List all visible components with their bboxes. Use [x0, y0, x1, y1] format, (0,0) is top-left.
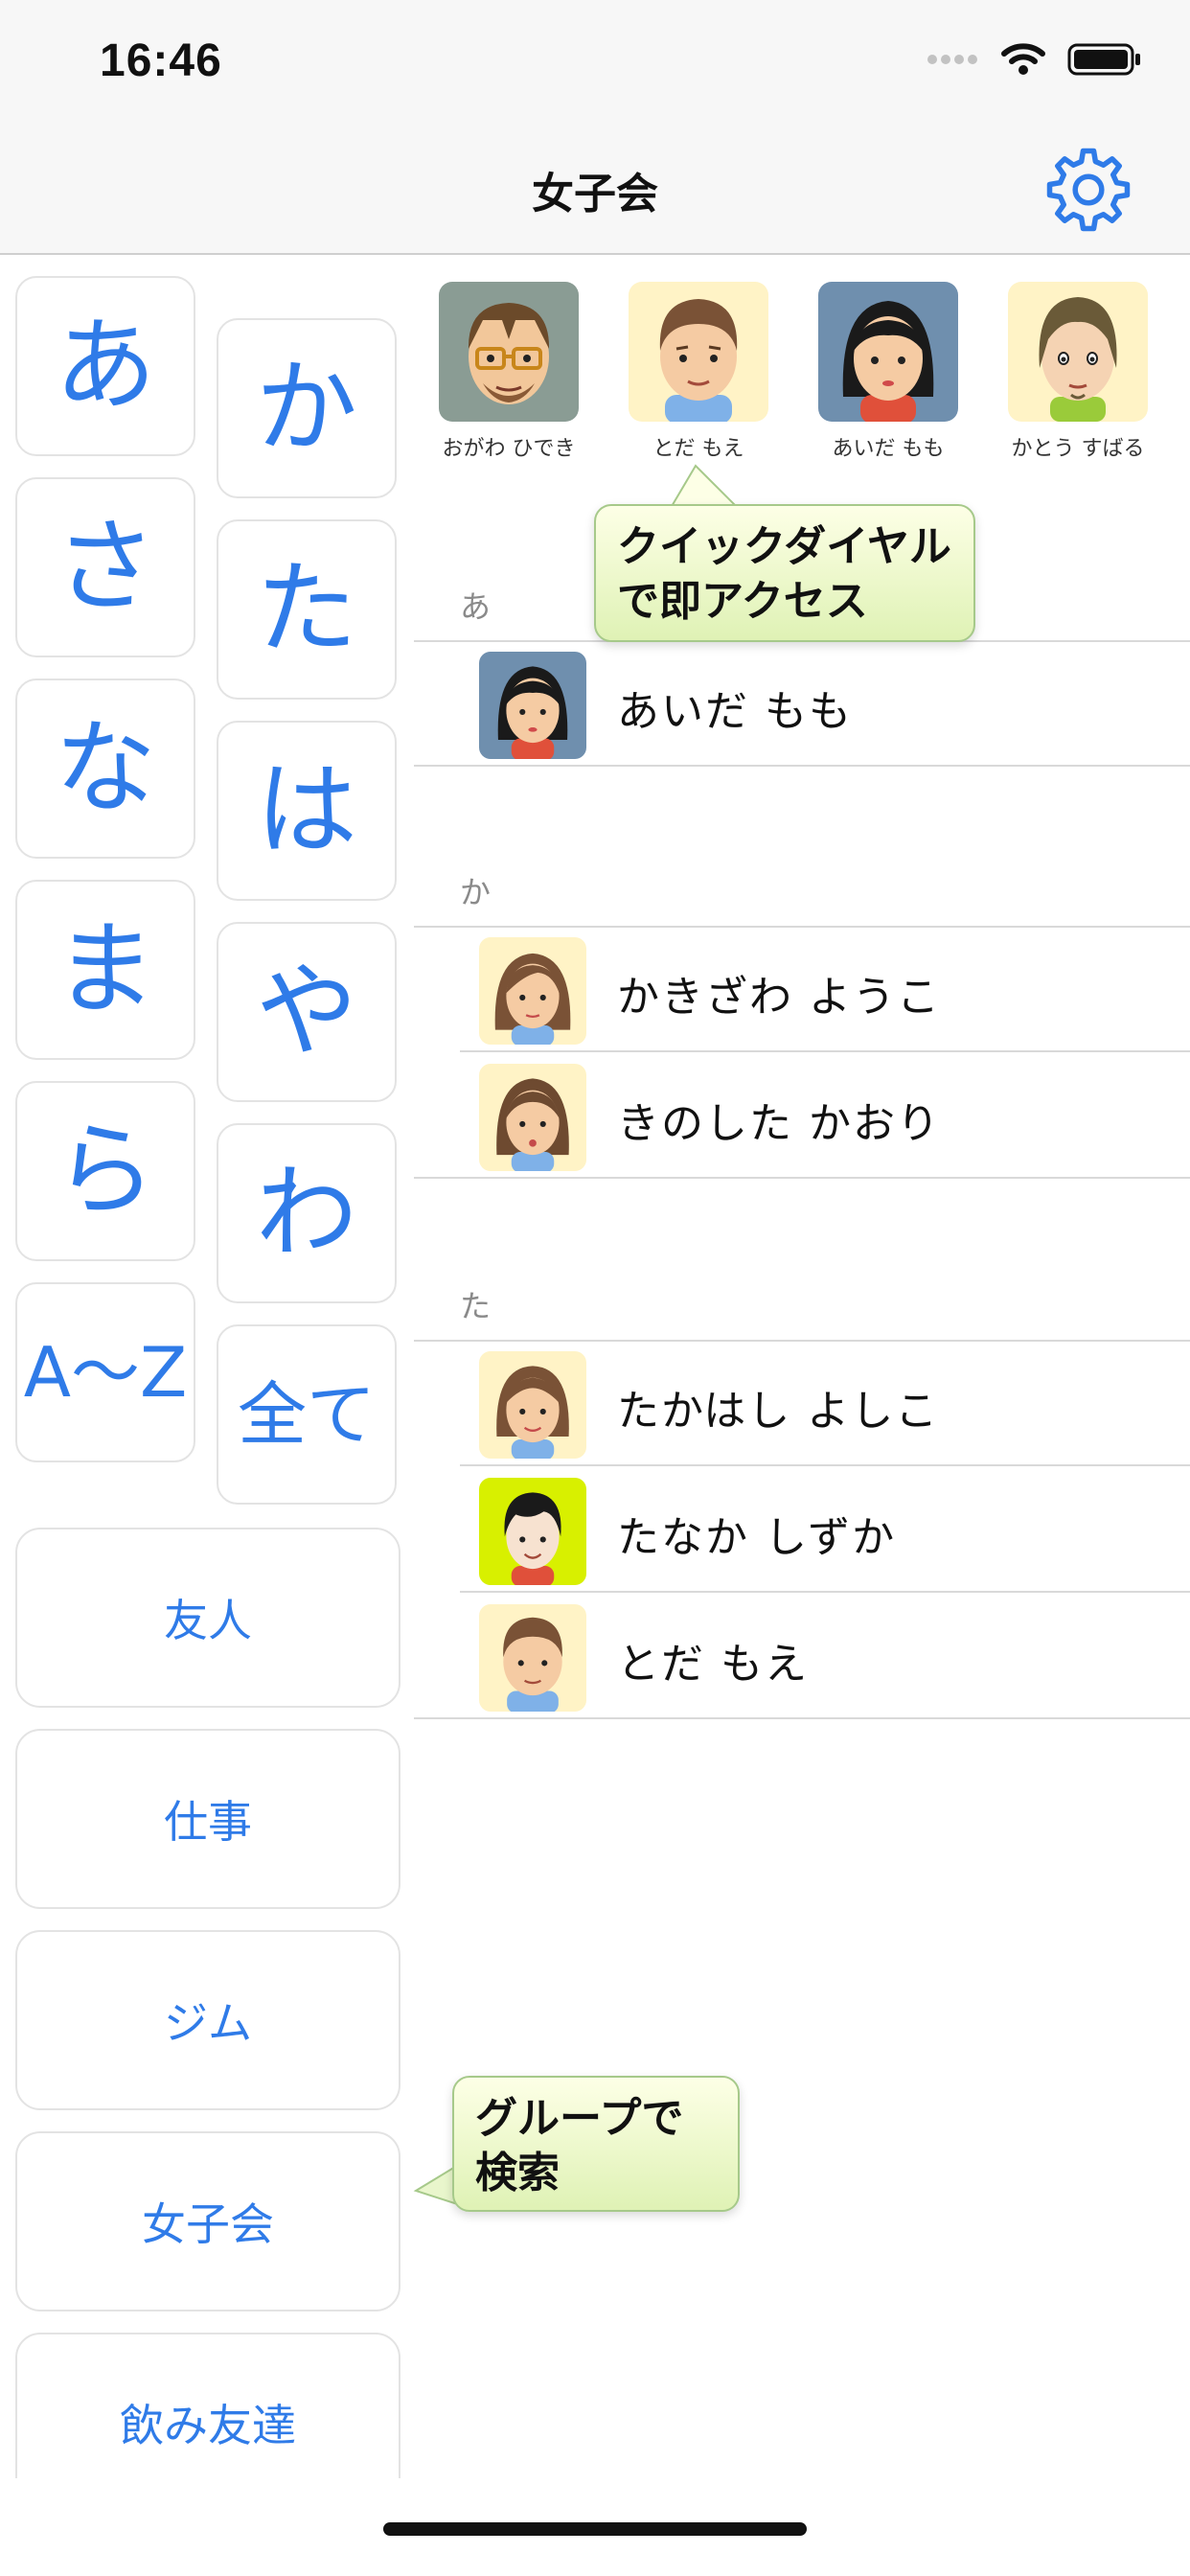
contact-name: あいだ もも [617, 687, 853, 736]
quick-dial-item[interactable]: おがわ ひでき [437, 282, 581, 462]
home-indicator [383, 2522, 807, 2536]
avatar [479, 652, 586, 759]
contact-row[interactable]: きのした かおり [414, 1054, 1190, 1179]
contact-row[interactable]: たかはし よしこ [414, 1342, 1190, 1466]
group-search-tooltip: グループで 検索 [452, 2076, 740, 2212]
group-friends-button[interactable]: 友人 [15, 1528, 400, 1708]
contact-name: きのした かおり [617, 1099, 941, 1148]
contact-name: かきざわ ようこ [617, 973, 941, 1022]
kana-ha-button[interactable]: は [217, 721, 397, 901]
group-gym-button[interactable]: ジム [15, 1930, 400, 2110]
all-button[interactable]: 全て [217, 1324, 397, 1505]
contact-row[interactable]: かきざわ ようこ [414, 928, 1190, 1052]
section-header: た [414, 1265, 1190, 1342]
group-work-button[interactable]: 仕事 [15, 1729, 400, 1909]
status-time: 16:46 [100, 35, 222, 86]
status-bar: 16:46 [0, 0, 1190, 126]
section-letter: あ [460, 588, 492, 625]
section-header: か [414, 851, 1190, 928]
quick-dial-tooltip: クイックダイヤル で即アクセス [594, 504, 975, 642]
contact-name: たかはし よしこ [617, 1387, 940, 1436]
quick-dial-name: あいだ もも [832, 437, 945, 461]
callout-pointer [670, 464, 739, 508]
contact-name: たなか しずか [617, 1513, 897, 1562]
group-girls-party-button[interactable]: 女子会 [15, 2131, 400, 2312]
avatar [1008, 282, 1148, 422]
avatar [629, 282, 768, 422]
contact-row[interactable]: たなか しずか [414, 1468, 1190, 1593]
kana-ra-button[interactable]: ら [15, 1081, 195, 1261]
avatar [439, 282, 579, 422]
contact-row[interactable]: とだ もえ [414, 1595, 1190, 1719]
contact-name: とだ もえ [617, 1640, 809, 1689]
kana-ya-button[interactable]: や [217, 922, 397, 1102]
settings-gear-icon[interactable] [1044, 146, 1133, 234]
section-letter: た [460, 1288, 492, 1324]
kana-sa-button[interactable]: さ [15, 477, 195, 657]
kana-ka-button[interactable]: か [217, 318, 397, 498]
alphabet-button[interactable]: A〜Z [15, 1282, 195, 1462]
kana-ta-button[interactable]: た [217, 519, 397, 700]
avatar [479, 1064, 586, 1171]
contact-row[interactable]: あいだ もも [414, 642, 1190, 767]
navigation-bar: 女子会 [0, 126, 1190, 255]
quick-dial-name: おがわ ひでき [442, 437, 576, 461]
kana-na-button[interactable]: な [15, 678, 195, 859]
quick-dial-item[interactable]: とだ もえ [627, 282, 770, 462]
battery-icon [1067, 43, 1140, 76]
kana-a-button[interactable]: あ [15, 276, 195, 456]
section-letter: か [460, 874, 492, 910]
kana-ma-button[interactable]: ま [15, 880, 195, 1060]
quick-dial-item[interactable]: かとう すばる [1006, 282, 1150, 462]
wifi-icon [1001, 43, 1045, 75]
quick-dial-name: とだ もえ [652, 437, 744, 461]
quick-dial-item[interactable]: あいだ もも [816, 282, 960, 462]
avatar [479, 1478, 586, 1585]
kana-wa-button[interactable]: わ [217, 1123, 397, 1303]
avatar [818, 282, 958, 422]
group-drinking-friends-button[interactable]: 飲み友達 [15, 2333, 400, 2478]
index-panel: あ か さ た な は ま や ら わ A〜Z 全て 友人 仕事 ジム 女子会 … [0, 255, 412, 2478]
page-title: 女子会 [532, 170, 658, 218]
quick-dial-name: かとう すばる [1011, 437, 1145, 461]
avatar [479, 1351, 586, 1459]
status-icons [926, 42, 1142, 77]
avatar [479, 1604, 586, 1712]
avatar [479, 937, 586, 1045]
signal-icon [927, 55, 977, 64]
